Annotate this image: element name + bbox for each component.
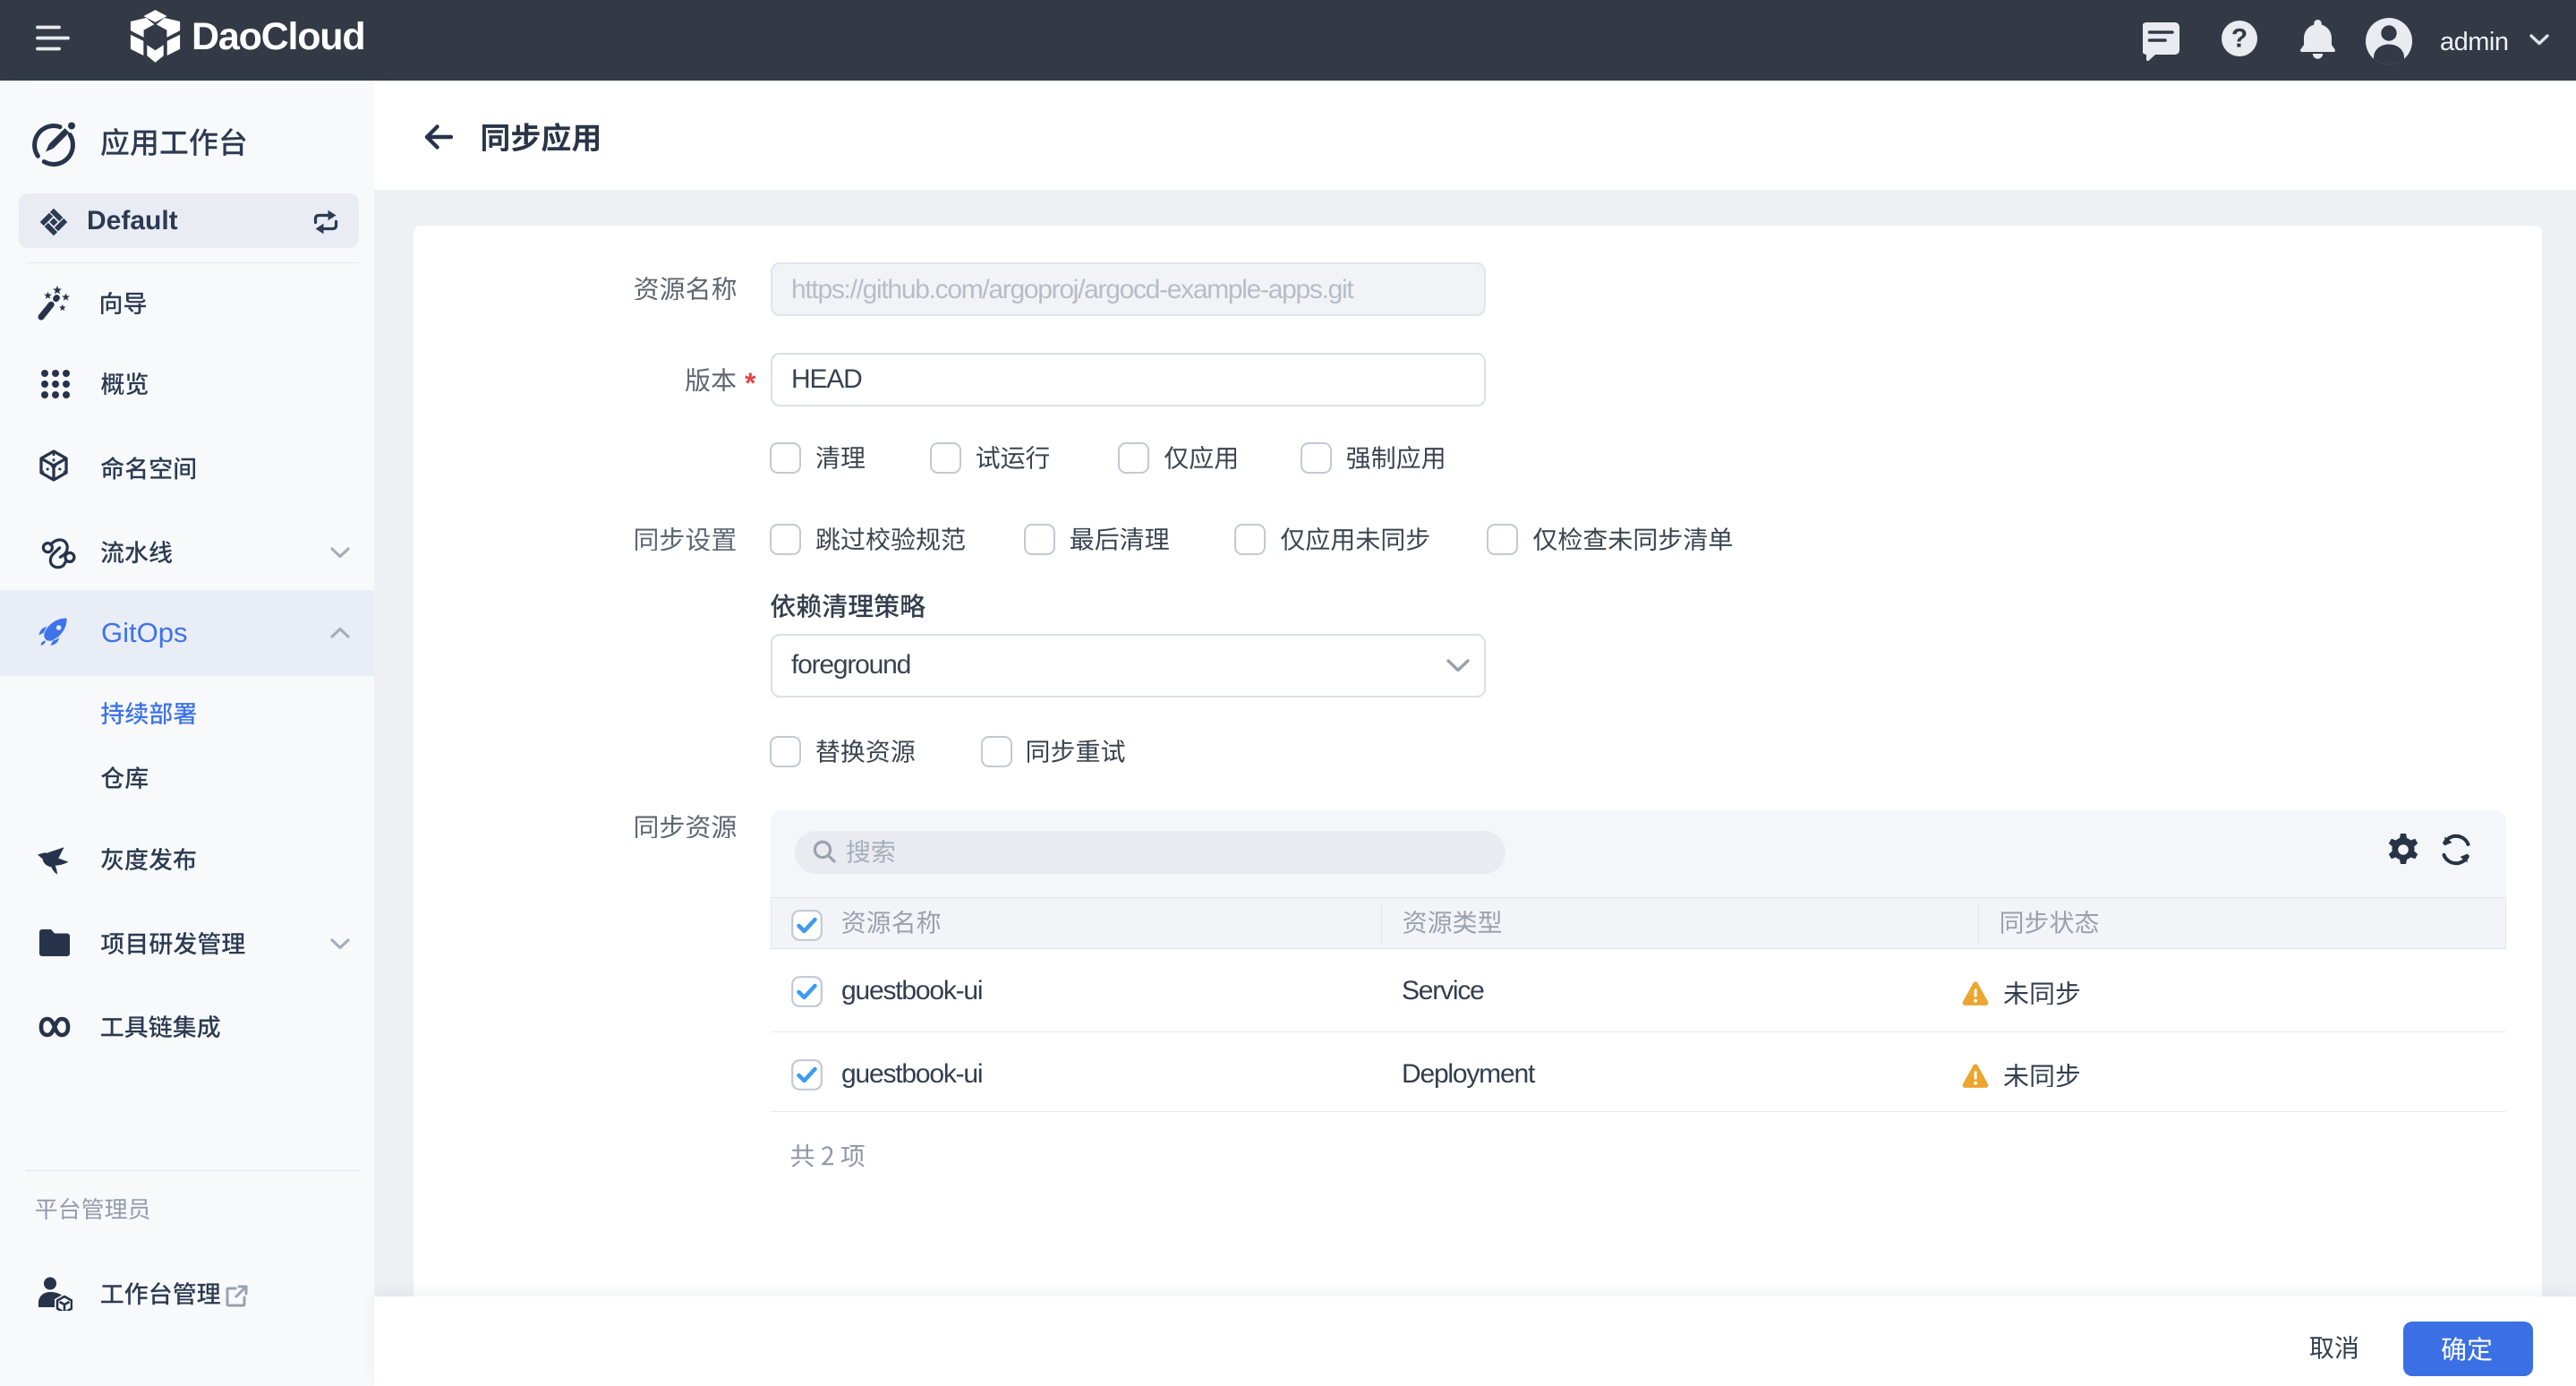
svg-text:?: ? [2231, 24, 2248, 54]
